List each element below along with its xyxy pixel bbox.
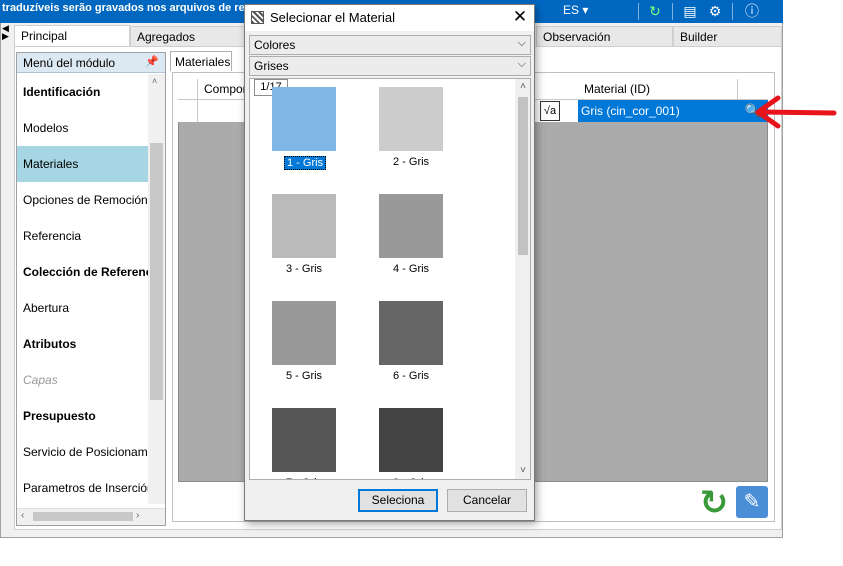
menu-hscroll-thumb[interactable] bbox=[33, 512, 133, 521]
chevron-down-icon: ⌵ bbox=[517, 58, 526, 70]
material-swatch[interactable] bbox=[379, 408, 443, 472]
edit-button[interactable]: ✎ bbox=[736, 486, 768, 518]
material-swatch[interactable] bbox=[272, 408, 336, 472]
select-button[interactable]: Seleciona bbox=[358, 489, 438, 512]
topbar-message: traduzíveis serão gravados nos arquivos … bbox=[2, 2, 251, 14]
dialog-material-icon bbox=[251, 11, 264, 24]
category-select-value: Colores bbox=[254, 38, 296, 52]
swatch-label[interactable]: 8 - Gris bbox=[393, 477, 429, 479]
menu-header: Menú del módulo 📌 bbox=[17, 53, 165, 73]
settings-icon[interactable]: ⚙ bbox=[705, 2, 725, 21]
sidebar-item[interactable]: Referencia bbox=[17, 218, 148, 254]
swatch-label[interactable]: 4 - Gris bbox=[393, 263, 429, 275]
sidebar-item[interactable]: Modelos bbox=[17, 110, 148, 146]
sidebar-item[interactable]: Parametros de Inserción bbox=[17, 470, 148, 506]
annotation-arrow-right bbox=[755, 95, 837, 129]
menu-title: Menú del módulo bbox=[23, 56, 116, 70]
material-swatch[interactable] bbox=[272, 87, 336, 151]
pin-icon[interactable]: 📌 bbox=[145, 55, 159, 68]
material-gallery: 1/17 1 - Gris 2 - Gris 3 - Gris 4 - Gris 5 -… bbox=[249, 78, 531, 480]
swatch-label[interactable]: 2 - Gris bbox=[393, 156, 429, 168]
select-material-dialog: Selecionar el Material ✕ Colores ⌵ Grise… bbox=[244, 4, 535, 521]
swatch-label[interactable]: 1 - Gris bbox=[284, 156, 327, 170]
material-swatch[interactable] bbox=[379, 87, 443, 151]
swatch-label[interactable]: 6 - Gris bbox=[393, 370, 429, 382]
refresh-icon[interactable]: ↻ bbox=[645, 2, 665, 21]
sidebar-item[interactable]: Identificación bbox=[17, 74, 148, 110]
panel-collapse-arrows[interactable]: ◀ ▶ bbox=[2, 24, 9, 41]
material-swatch[interactable] bbox=[272, 301, 336, 365]
sidebar-item[interactable]: Materiales bbox=[17, 146, 148, 182]
category-select[interactable]: Colores ⌵ bbox=[249, 35, 531, 55]
swatch-label[interactable]: 7 - Gris bbox=[286, 477, 322, 479]
sidebar-item[interactable]: Abertura bbox=[17, 290, 148, 326]
swatch-label[interactable]: 3 - Gris bbox=[286, 263, 322, 275]
cancel-button[interactable]: Cancelar bbox=[447, 489, 527, 512]
language-selector[interactable]: ES ▾ bbox=[563, 3, 588, 17]
tab-materiales[interactable]: Materiales bbox=[170, 51, 232, 71]
tab-builder[interactable]: Builder bbox=[673, 26, 782, 46]
tab-observacion[interactable]: Observación bbox=[536, 26, 673, 46]
menu-scroll-thumb[interactable] bbox=[150, 143, 163, 400]
sidebar-item[interactable]: Servicio de Posicionamiento bbox=[17, 434, 148, 470]
toolbar-separator bbox=[732, 3, 733, 20]
dialog-titlebar: Selecionar el Material ✕ bbox=[245, 5, 534, 31]
sidebar-item[interactable]: Atributos bbox=[17, 326, 148, 362]
tab-agregados[interactable]: Agregados bbox=[130, 26, 246, 46]
gallery-scroll-thumb[interactable] bbox=[518, 97, 528, 255]
material-swatch[interactable] bbox=[379, 194, 443, 258]
sidebar-item[interactable]: Colección de Referencia bbox=[17, 254, 148, 290]
toolbar-separator bbox=[672, 3, 673, 20]
sidebar-item: Capas bbox=[23, 373, 58, 387]
sidebar-item[interactable]: Opciones de Remoción bbox=[17, 182, 148, 218]
scroll-up-icon[interactable]: ˄ bbox=[152, 76, 157, 86]
close-icon[interactable]: ✕ bbox=[510, 7, 530, 27]
layout-icon[interactable]: ▤ bbox=[680, 2, 700, 21]
scroll-up-icon[interactable]: ˄ bbox=[515, 79, 530, 95]
scroll-down-icon[interactable]: ˅ bbox=[515, 463, 530, 479]
sidebar-item[interactable]: Presupuesto bbox=[17, 398, 148, 434]
help-icon[interactable]: ⓘ bbox=[742, 2, 762, 21]
module-menu: Menú del módulo 📌 Identificación Modelos M… bbox=[16, 52, 166, 526]
swatch-label[interactable]: 5 - Gris bbox=[286, 370, 322, 382]
subcategory-select[interactable]: Grises ⌵ bbox=[249, 56, 531, 76]
refresh-button[interactable]: ↻ bbox=[697, 486, 731, 520]
row-header-cell bbox=[178, 79, 198, 100]
formula-check-icon[interactable]: √a bbox=[540, 101, 560, 121]
row-header-cell bbox=[178, 100, 198, 122]
scroll-left-icon[interactable]: ‹ bbox=[21, 510, 24, 521]
toolbar-separator bbox=[638, 3, 639, 20]
subcategory-select-value: Grises bbox=[254, 59, 289, 73]
column-header-material[interactable]: Material (ID) bbox=[578, 79, 738, 100]
material-swatch[interactable] bbox=[272, 194, 336, 258]
dialog-title: Selecionar el Material bbox=[270, 10, 396, 25]
material-cell[interactable]: Gris (cin_cor_001) bbox=[578, 100, 758, 122]
material-swatch[interactable] bbox=[379, 301, 443, 365]
column-header-component[interactable]: Compon bbox=[198, 79, 246, 100]
tab-principal[interactable]: Principal bbox=[14, 25, 130, 46]
chevron-down-icon: ⌵ bbox=[517, 37, 526, 49]
scroll-right-icon[interactable]: › bbox=[136, 510, 139, 521]
